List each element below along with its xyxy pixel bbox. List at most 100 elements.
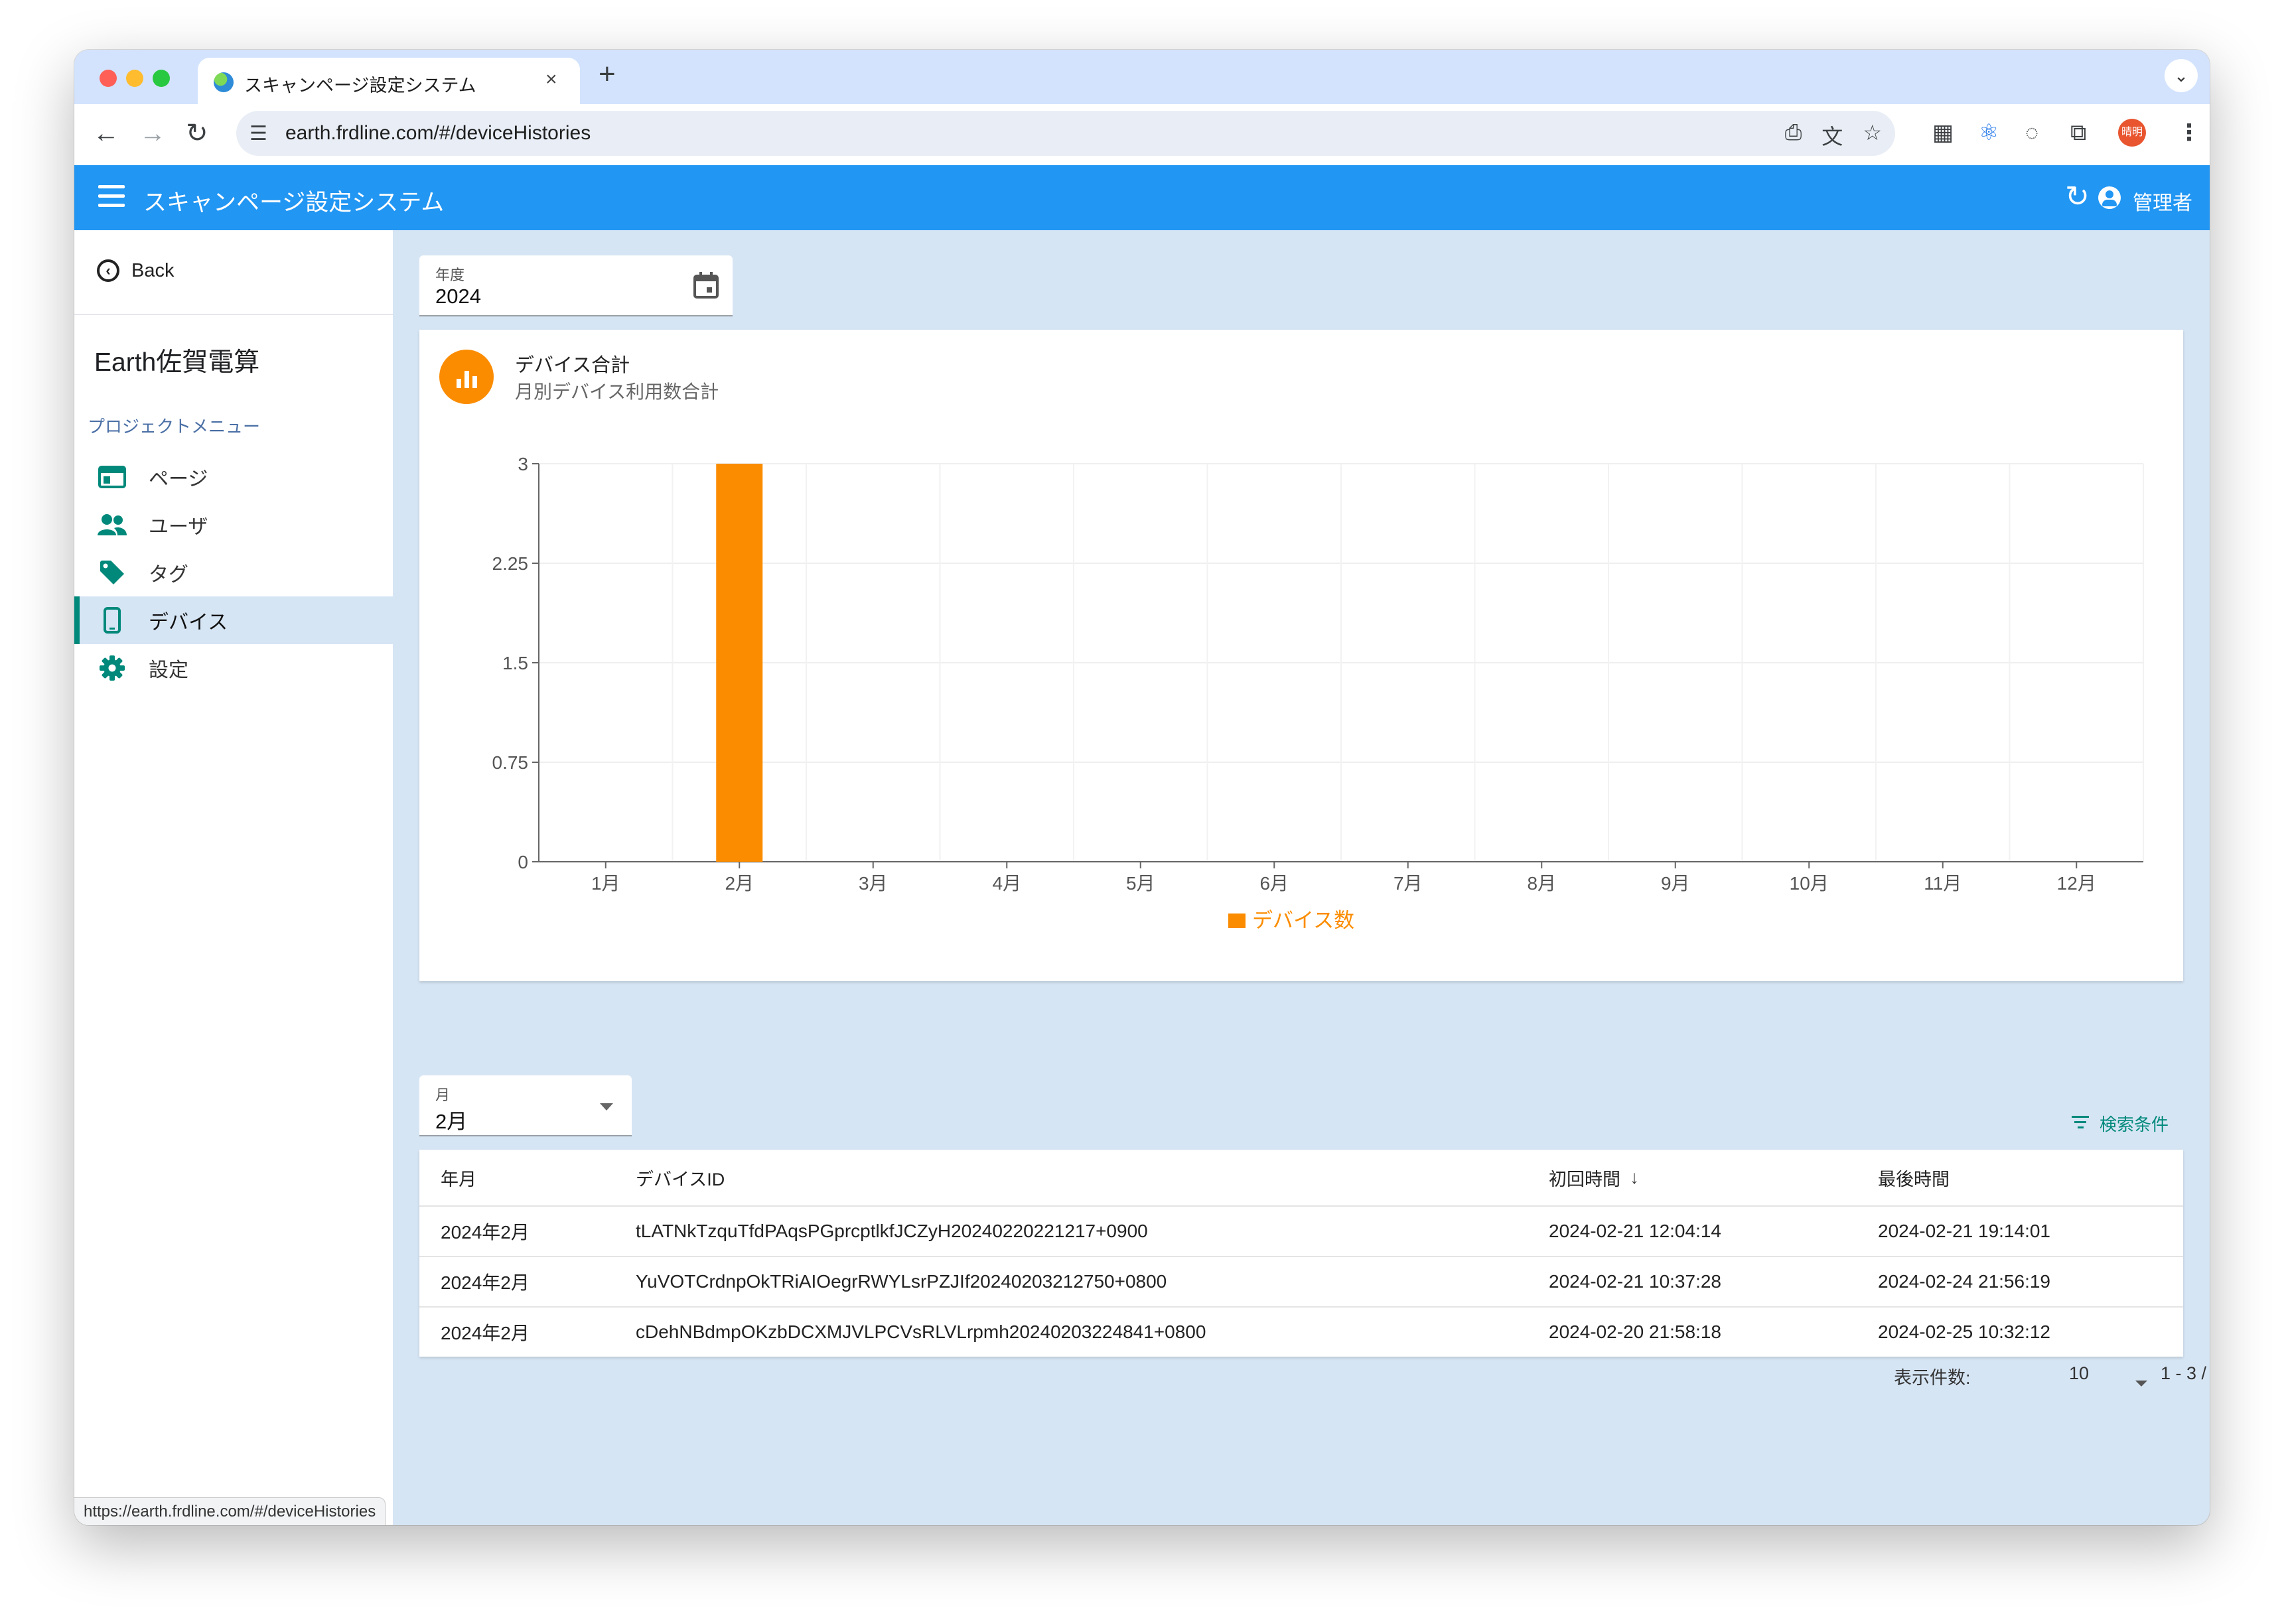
- account-circle-icon[interactable]: [2098, 186, 2121, 209]
- year-picker[interactable]: 年度 2024: [419, 255, 733, 316]
- people-icon: [97, 509, 127, 540]
- sidebar-item-label: デバイス: [149, 612, 228, 634]
- react-devtools-icon[interactable]: ⚛: [1979, 116, 1999, 149]
- y-tick-label: 1.5: [502, 653, 528, 673]
- window-close-button[interactable]: [100, 70, 117, 87]
- cell-first-time: 2024-02-21 10:37:28: [1549, 1271, 1721, 1292]
- profile-avatar[interactable]: 晴明: [2118, 119, 2146, 147]
- smartphone-icon: [97, 605, 127, 636]
- cell-device-id: YuVOTCrdnpOkTRiAIOegrRWYLsrPZJIf20240203…: [636, 1271, 1167, 1292]
- filter-label: 検索条件: [2100, 1115, 2169, 1134]
- web-page-icon: [97, 462, 127, 492]
- back-arrow-icon[interactable]: ←: [93, 117, 119, 149]
- close-icon[interactable]: ×: [545, 68, 557, 91]
- sidebar-item-page[interactable]: ページ: [74, 453, 393, 501]
- cell-month: 2024年2月: [441, 1323, 530, 1343]
- install-app-icon[interactable]: ⎙: [1785, 120, 1802, 151]
- bookmark-star-icon[interactable]: ☆: [1863, 120, 1882, 151]
- refresh-icon[interactable]: ↻: [2065, 180, 2090, 214]
- url-text[interactable]: earth.frdline.com/#/deviceHistories: [285, 122, 591, 145]
- sidebar-item-label: ページ: [149, 468, 208, 490]
- chevron-down-icon: [600, 1103, 613, 1111]
- column-header-last-time[interactable]: 最後時間: [1878, 1150, 1950, 1205]
- menu-header: プロジェクトメニュー: [88, 417, 261, 437]
- app-bar: スキャンページ設定システム ↻ 管理者: [74, 165, 2210, 230]
- main-content: 年度 2024 デバイス合計 月別デバイス利用数合計 0 0.75 1.5 2.25 3…: [393, 230, 2210, 1525]
- tag-icon: [97, 557, 127, 588]
- y-tick-label: 0.75: [492, 752, 529, 773]
- device-bar-chart: 0 0.75 1.5 2.25 3 1月 2月 3月 4月 5月 6月 7月 8月 9月 10月 11月 12月…: [492, 454, 2144, 932]
- search-conditions-button[interactable]: 検索条件: [2072, 1111, 2169, 1136]
- qr-code-icon[interactable]: ▦: [1932, 116, 1954, 149]
- address-bar[interactable]: ☰ earth.frdline.com/#/deviceHistories ⎙ …: [236, 111, 1895, 156]
- x-tick-label: 2月: [725, 873, 754, 894]
- column-header-first-time[interactable]: 初回時間 ↓: [1549, 1150, 1639, 1205]
- tab-strip: スキャンページ設定システム × + ⌄: [74, 50, 2210, 104]
- x-tick-label: 6月: [1259, 873, 1289, 894]
- sidebar-item-devices[interactable]: デバイス: [74, 596, 393, 644]
- bar-2月: [716, 464, 763, 862]
- window-minimize-button[interactable]: [126, 70, 143, 87]
- table-row[interactable]: 2024年2月 tLATNkTzquTfdPAqsPGprcptlkfJCZyH…: [419, 1207, 2183, 1257]
- sidebar-item-label: ユーザ: [149, 516, 208, 538]
- sidebar-item-tags[interactable]: タグ: [74, 549, 393, 596]
- status-bar-url: https://earth.frdline.com/#/deviceHistor…: [74, 1497, 386, 1525]
- table-row[interactable]: 2024年2月 cDehNBdmpOKzbDCXMJVLPCVsRLVLrpmh…: [419, 1308, 2183, 1357]
- x-tick-label: 5月: [1126, 873, 1155, 894]
- site-settings-icon[interactable]: ☰: [250, 122, 267, 145]
- reload-icon[interactable]: ↻: [186, 117, 208, 149]
- x-tick-label: 9月: [1661, 873, 1690, 894]
- sidebar-item-users[interactable]: ユーザ: [74, 501, 393, 549]
- puzzle-icon[interactable]: ⧉: [2070, 116, 2086, 149]
- month-label: 月: [435, 1087, 451, 1103]
- cell-last-time: 2024-02-24 21:56:19: [1878, 1271, 2050, 1292]
- y-tick-label: 3: [518, 454, 528, 474]
- cell-device-id: tLATNkTzquTfdPAqsPGprcptlkfJCZyH20240220…: [636, 1221, 1148, 1241]
- translate-icon[interactable]: 文: [1821, 120, 1843, 151]
- cell-last-time: 2024-02-21 19:14:01: [1878, 1221, 2050, 1241]
- globe-icon: [214, 72, 234, 92]
- cell-month: 2024年2月: [441, 1222, 530, 1243]
- more-menu-icon[interactable]: ⋮: [2178, 116, 2200, 149]
- extension-icon[interactable]: ◌: [2025, 116, 2038, 149]
- device-history-table: 年月 デバイスID 初回時間 ↓ 最後時間 2024年2月 tLATNkTzquT…: [419, 1150, 2183, 1357]
- rows-per-page-select[interactable]: 10: [2069, 1363, 2089, 1384]
- user-name[interactable]: 管理者: [2133, 186, 2192, 216]
- sort-arrow-icon[interactable]: ↓: [1630, 1167, 1639, 1188]
- back-circle-icon: ‹: [97, 259, 119, 282]
- calendar-icon[interactable]: [693, 271, 719, 303]
- new-tab-button[interactable]: +: [599, 58, 616, 91]
- legend-label: デバイス数: [1252, 909, 1354, 932]
- project-name: Earth佐賀電算: [94, 348, 260, 377]
- column-header-device-id[interactable]: デバイスID: [636, 1150, 725, 1205]
- table-header-row: 年月 デバイスID 初回時間 ↓ 最後時間: [419, 1150, 2183, 1207]
- cell-month: 2024年2月: [441, 1272, 530, 1293]
- x-tick-label: 3月: [859, 873, 888, 894]
- tab-title: スキャンページ設定システム: [244, 76, 476, 96]
- month-select[interactable]: 月 2月: [419, 1075, 632, 1136]
- forward-arrow-icon[interactable]: →: [139, 117, 166, 149]
- back-button[interactable]: ‹ Back: [97, 259, 174, 282]
- y-tick-label: 0: [518, 852, 528, 872]
- menu-icon[interactable]: [98, 185, 125, 213]
- year-value: 2024: [435, 285, 481, 308]
- browser-tab[interactable]: スキャンページ設定システム ×: [198, 58, 580, 104]
- sidebar-item-settings[interactable]: 設定: [74, 644, 393, 692]
- legend-swatch: [1228, 914, 1246, 928]
- tab-search-button[interactable]: ⌄: [2165, 59, 2198, 92]
- cell-device-id: cDehNBdmpOKzbDCXMJVLPCVsRLVLrpmh20240203…: [636, 1321, 1206, 1342]
- sidebar-item-label: 設定: [149, 659, 188, 681]
- x-tick-label: 4月: [992, 873, 1021, 894]
- table-row[interactable]: 2024年2月 YuVOTCrdnpOkTRiAIOegrRWYLsrPZJIf…: [419, 1257, 2183, 1308]
- x-tick-label: 7月: [1393, 873, 1423, 894]
- device-total-card: デバイス合計 月別デバイス利用数合計 0 0.75 1.5 2.25 3 1月 2月 3月 4月…: [419, 330, 2183, 981]
- browser-window: スキャンページ設定システム × + ⌄ ← → ↻ ☰ earth.frdlin…: [74, 50, 2210, 1525]
- x-tick-label: 10月: [1790, 873, 1829, 894]
- x-tick-label: 8月: [1527, 873, 1556, 894]
- y-tick-label: 2.25: [492, 553, 529, 574]
- column-header-month[interactable]: 年月: [441, 1150, 476, 1205]
- window-zoom-button[interactable]: [153, 70, 170, 87]
- month-value: 2月: [435, 1110, 468, 1133]
- rows-per-page-chevron-icon[interactable]: [2135, 1381, 2147, 1387]
- x-tick-label: 12月: [2057, 873, 2096, 894]
